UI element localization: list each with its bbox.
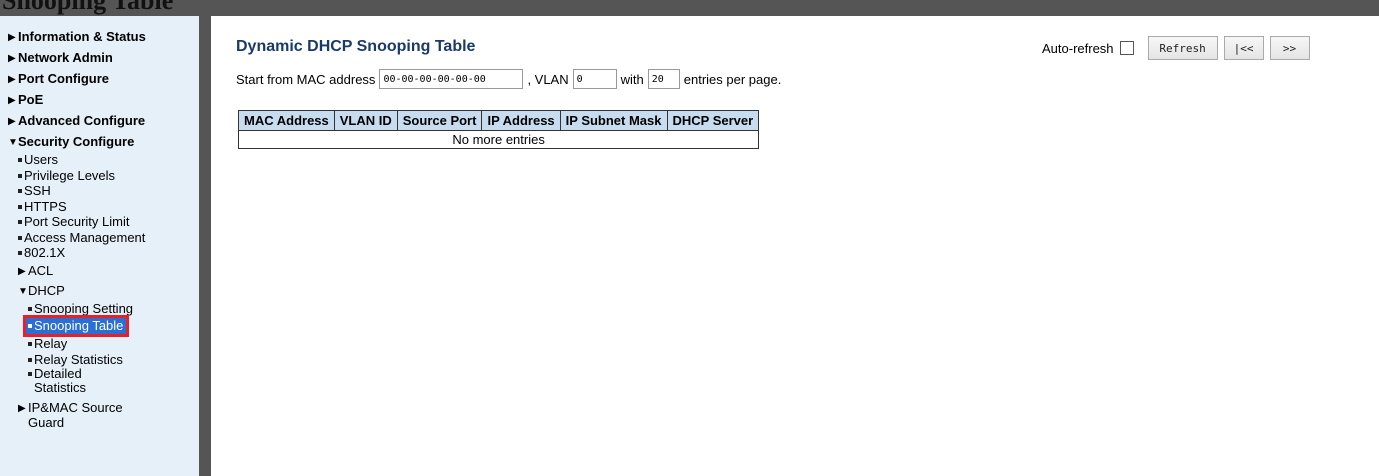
nav-port-security-limit[interactable]: Port Security Limit xyxy=(18,214,198,230)
col-source-port: Source Port xyxy=(396,110,483,131)
bullet-icon xyxy=(18,204,22,209)
caret-right-icon: ▶ xyxy=(8,32,16,43)
refresh-button[interactable]: Refresh xyxy=(1147,36,1218,60)
empty-message: No more entries xyxy=(237,130,760,149)
nav-label: Relay xyxy=(34,336,68,351)
toolbar: Auto-refresh Refresh |<< >> xyxy=(1042,36,1310,60)
bullet-icon xyxy=(18,235,22,240)
vlan-label: , VLAN xyxy=(527,71,569,87)
nav-label: Security Configure xyxy=(18,134,135,149)
nav-ipmac-source-guard[interactable]: ▶ IP&MAC Source Guard xyxy=(18,401,198,430)
nav-label: Network Admin xyxy=(18,50,113,65)
nav-label: IP&MAC Source xyxy=(28,400,123,415)
mac-address-input[interactable]: 00-00-00-00-00-00 xyxy=(379,69,524,89)
nav-label: Privilege Levels xyxy=(24,167,116,183)
nav-label-line2: Statistics xyxy=(34,380,87,395)
auto-refresh-checkbox[interactable] xyxy=(1119,41,1134,55)
nav-relay[interactable]: Relay xyxy=(28,336,198,352)
nav-label: Access Management xyxy=(24,229,146,245)
nav-users[interactable]: Users xyxy=(18,152,198,168)
with-label: with xyxy=(620,71,644,87)
caret-right-icon: ▶ xyxy=(18,265,26,277)
nav-label: 802.1X xyxy=(24,245,66,260)
nav-dhcp[interactable]: ▼DHCP xyxy=(18,281,198,301)
nav-label: PoE xyxy=(18,92,44,107)
bullet-icon xyxy=(18,220,22,224)
nav-network-admin[interactable]: ▶ Network Admin xyxy=(8,47,198,68)
bullet-icon xyxy=(18,189,22,193)
caret-right-icon: ▶ xyxy=(8,95,16,106)
bullet-icon xyxy=(18,173,22,178)
top-banner: Snooping Table xyxy=(0,0,1379,16)
nav-security-configure[interactable]: ▼Security Configure xyxy=(8,131,198,152)
nav-label: ACL xyxy=(28,262,54,278)
nav-label: Information & Status xyxy=(18,29,146,44)
nav-label: Port Configure xyxy=(18,71,109,86)
nav-label: Snooping Setting xyxy=(34,300,134,316)
first-page-button[interactable]: |<< xyxy=(1223,36,1264,60)
bullet-icon xyxy=(28,372,32,376)
col-ip-address: IP Address xyxy=(481,110,561,131)
nav-ssh[interactable]: SSH xyxy=(18,183,198,199)
next-page-button[interactable]: >> xyxy=(1269,36,1310,60)
security-submenu: Users Privilege Levels SSH HTTPS Port Se… xyxy=(18,152,198,430)
caret-right-icon: ▶ xyxy=(8,116,16,127)
nav-label: Users xyxy=(24,152,58,167)
caret-right-icon: ▶ xyxy=(8,74,16,85)
sidebar: ▶ Information & Status ▶ Network Admin ▶ Po… xyxy=(0,16,211,476)
table-header-row: MAC Address VLAN ID Source Port IP Addre… xyxy=(238,110,760,131)
nav-information-status[interactable]: ▶ Information & Status xyxy=(8,26,198,47)
nav-snooping-table[interactable]: Snooping Table xyxy=(22,315,130,337)
nav-label: SSH xyxy=(24,183,51,198)
nav-detailed-statistics[interactable]: Detailed Statistics xyxy=(28,367,198,395)
bullet-icon xyxy=(28,306,32,311)
nav-advanced-configure[interactable]: ▶ Advanced Configure xyxy=(8,110,198,131)
auto-refresh-label: Auto-refresh xyxy=(1042,40,1114,56)
bullet-icon xyxy=(18,158,22,162)
col-vlan-id: VLAN ID xyxy=(333,110,398,131)
bullet-icon xyxy=(28,342,32,346)
vlan-input[interactable]: 0 xyxy=(572,69,617,89)
nav-label: DHCP xyxy=(28,282,65,298)
entries-per-page-input[interactable]: 20 xyxy=(647,69,680,89)
nav-label: Relay Statistics xyxy=(34,351,123,367)
nav-label: Port Security Limit xyxy=(24,214,130,229)
nav-access-management[interactable]: Access Management xyxy=(18,230,198,246)
caret-down-icon: ▼ xyxy=(8,137,18,148)
caret-down-icon: ▼ xyxy=(18,285,28,297)
nav-https[interactable]: HTTPS xyxy=(18,199,198,215)
nav-8021x[interactable]: 802.1X xyxy=(18,245,198,261)
bullet-icon xyxy=(18,251,22,255)
caret-right-icon: ▶ xyxy=(18,403,26,414)
caret-right-icon: ▶ xyxy=(8,53,16,64)
snooping-table: MAC Address VLAN ID Source Port IP Addre… xyxy=(237,110,760,149)
page-title: Dynamic DHCP Snooping Table xyxy=(236,38,476,55)
nav-menu: ▶ Information & Status ▶ Network Admin ▶ Po… xyxy=(8,26,198,430)
nav-label: Detailed xyxy=(34,366,82,381)
per-page-label: entries per page. xyxy=(683,71,782,87)
nav-acl[interactable]: ▶ ACL xyxy=(18,261,198,281)
col-ip-subnet-mask: IP Subnet Mask xyxy=(559,110,668,131)
filter-row: Start from MAC address 00-00-00-00-00-00… xyxy=(236,69,781,89)
dhcp-submenu: Snooping Setting Snooping Table Relay Re… xyxy=(22,301,198,396)
nav-poe[interactable]: ▶ PoE xyxy=(8,89,198,110)
nav-label: HTTPS xyxy=(24,198,67,214)
nav-label: Snooping Table xyxy=(34,318,124,333)
banner-title: Snooping Table xyxy=(2,0,174,15)
nav-relay-statistics[interactable]: Relay Statistics xyxy=(28,352,198,368)
col-mac-address: MAC Address xyxy=(238,110,335,131)
bullet-icon xyxy=(28,324,32,328)
nav-port-configure[interactable]: ▶ Port Configure xyxy=(8,68,198,89)
table-row: No more entries xyxy=(237,130,760,149)
bullet-icon xyxy=(28,357,32,362)
col-dhcp-server: DHCP Server xyxy=(666,110,760,131)
nav-snooping-setting[interactable]: Snooping Setting xyxy=(28,301,198,317)
nav-privilege-levels[interactable]: Privilege Levels xyxy=(18,168,198,184)
start-mac-label: Start from MAC address xyxy=(236,71,376,87)
nav-label-line2: Guard xyxy=(28,415,65,430)
nav-label: Advanced Configure xyxy=(18,113,146,128)
